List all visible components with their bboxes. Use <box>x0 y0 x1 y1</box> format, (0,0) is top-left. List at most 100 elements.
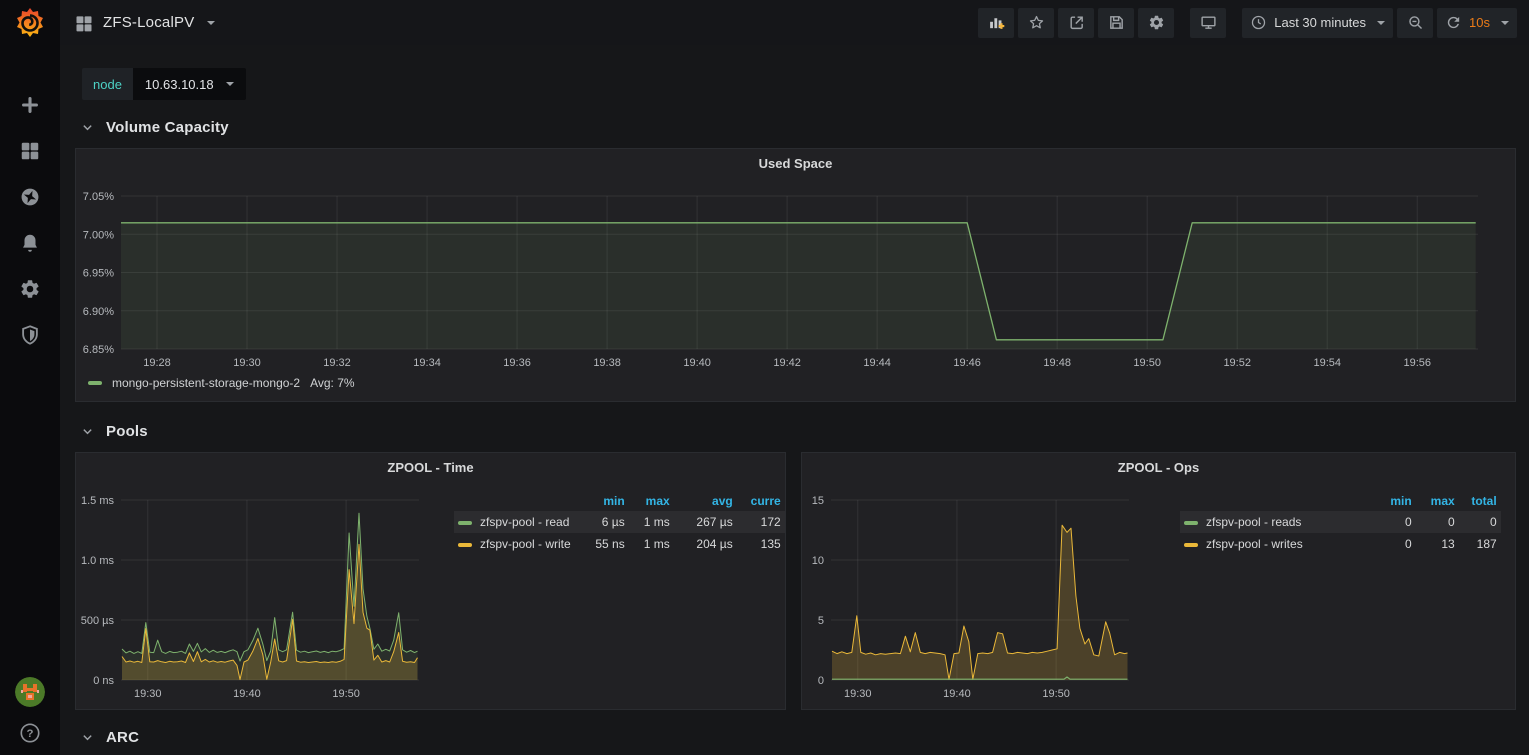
svg-text:6.90%: 6.90% <box>83 306 114 318</box>
refresh-picker[interactable]: 10s <box>1437 8 1517 38</box>
svg-text:19:40: 19:40 <box>683 357 711 369</box>
help-icon: ? <box>19 722 41 744</box>
svg-text:19:42: 19:42 <box>773 357 801 369</box>
legend-stat-value: 135 <box>737 533 785 555</box>
legend-series-row: zfspv-pool - reads000 <box>1180 511 1501 533</box>
legend-column-header[interactable]: avg <box>674 491 737 511</box>
svg-text:500 µs: 500 µs <box>81 615 115 627</box>
svg-text:19:48: 19:48 <box>1043 357 1071 369</box>
series-swatch <box>1184 521 1198 525</box>
svg-text:1.5 ms: 1.5 ms <box>81 495 115 507</box>
panel-title-zpool-ops[interactable]: ZPOOL - Ops <box>802 460 1515 475</box>
legend-column-header[interactable]: min <box>1307 491 1416 511</box>
series-swatch <box>458 521 472 525</box>
add-panel-button[interactable] <box>978 8 1014 38</box>
sidebar-dashboards-button[interactable] <box>18 139 42 163</box>
node-variable-picker[interactable]: node 10.63.10.18 <box>82 68 246 100</box>
series-swatch <box>1184 543 1198 547</box>
svg-text:19:56: 19:56 <box>1403 357 1431 369</box>
section-volume-capacity-label: Volume Capacity <box>106 119 229 136</box>
dashboard-settings-button[interactable] <box>1138 8 1174 38</box>
legend-stat-value: 0 <box>1307 511 1416 533</box>
svg-text:19:44: 19:44 <box>863 357 891 369</box>
legend-column-header[interactable]: curre <box>737 491 785 511</box>
sidebar-create-button[interactable] <box>18 93 42 117</box>
chevron-down-icon <box>1377 21 1385 25</box>
legend-stat-value: 267 µs <box>674 511 737 533</box>
sidebar-alerting-button[interactable] <box>18 231 42 255</box>
svg-text:19:50: 19:50 <box>1042 688 1070 700</box>
save-icon <box>1108 14 1125 31</box>
legend-stat-value: 187 <box>1459 533 1501 555</box>
help-button[interactable]: ? <box>18 721 42 745</box>
svg-text:5: 5 <box>818 615 824 627</box>
legend-series-row: zfspv-pool - writes013187 <box>1180 533 1501 555</box>
legend-column-header[interactable]: max <box>629 491 674 511</box>
svg-text:0: 0 <box>818 675 824 687</box>
configuration-gear-icon <box>19 278 41 300</box>
legend-column-header[interactable]: max <box>1416 491 1459 511</box>
svg-text:0 ns: 0 ns <box>93 675 114 687</box>
node-variable-label: node <box>82 68 133 100</box>
svg-text:19:40: 19:40 <box>233 688 261 700</box>
sidebar-server-admin-button[interactable] <box>18 323 42 347</box>
panel-title-used-space[interactable]: Used Space <box>76 156 1515 171</box>
node-variable-value[interactable]: 10.63.10.18 <box>133 68 246 100</box>
sidebar-explore-button[interactable] <box>18 185 42 209</box>
section-pools[interactable]: Pools <box>82 419 148 443</box>
node-variable-value-text: 10.63.10.18 <box>145 77 214 92</box>
chevron-down-icon <box>82 426 93 437</box>
zpool-ops-legend: minmaxtotalzfspv-pool - reads000zfspv-po… <box>1180 491 1501 555</box>
legend-stat-value: 1 ms <box>629 533 674 555</box>
svg-text:7.00%: 7.00% <box>83 229 114 241</box>
series-name[interactable]: zfspv-pool - reads <box>1180 511 1307 533</box>
zoom-out-button[interactable] <box>1397 8 1433 38</box>
legend-stat-value: 204 µs <box>674 533 737 555</box>
section-volume-capacity[interactable]: Volume Capacity <box>82 115 229 139</box>
zpool-time-legend: minmaxavgcurrezfspv-pool - read6 µs1 ms2… <box>454 491 785 555</box>
series-name[interactable]: zfspv-pool - writes <box>1180 533 1307 555</box>
grafana-logo[interactable] <box>12 5 48 41</box>
panel-used-space: Used Space 7.05%7.00%6.95%6.90%6.85%19:2… <box>75 148 1516 402</box>
chevron-down-icon <box>207 21 215 25</box>
svg-text:10: 10 <box>812 555 824 567</box>
svg-text:19:40: 19:40 <box>943 688 971 700</box>
svg-text:19:34: 19:34 <box>413 357 441 369</box>
legend-column-header[interactable]: total <box>1459 491 1501 511</box>
share-button[interactable] <box>1058 8 1094 38</box>
legend-stat-value: 13 <box>1416 533 1459 555</box>
panel-title-zpool-time[interactable]: ZPOOL - Time <box>76 460 785 475</box>
dashboard-title: ZFS-LocalPV <box>103 14 194 31</box>
panel-zpool-ops: ZPOOL - Ops 15105019:3019:4019:50 minmax… <box>801 452 1516 710</box>
dashboard-title-dropdown[interactable]: ZFS-LocalPV <box>74 13 215 33</box>
legend-series-row: zfspv-pool - write55 ns1 ms204 µs135 <box>454 533 785 555</box>
svg-text:19:38: 19:38 <box>593 357 621 369</box>
save-button[interactable] <box>1098 8 1134 38</box>
svg-text:19:32: 19:32 <box>323 357 351 369</box>
star-button[interactable] <box>1018 8 1054 38</box>
chevron-down-icon <box>1501 21 1509 25</box>
legend-column-header[interactable]: min <box>575 491 629 511</box>
dashboard-canvas: node 10.63.10.18 Volume Capacity Used Sp… <box>60 45 1529 755</box>
section-pools-label: Pools <box>106 423 148 440</box>
sidebar-configuration-button[interactable] <box>18 277 42 301</box>
used-space-legend: mongo-persistent-storage-mongo-2Avg: 7% <box>88 376 355 390</box>
legend-header-row: minmaxavgcurre <box>454 491 785 511</box>
time-range-picker[interactable]: Last 30 minutes <box>1242 8 1393 38</box>
cycle-view-mode-button[interactable] <box>1190 8 1226 38</box>
svg-text:19:30: 19:30 <box>844 688 872 700</box>
series-name[interactable]: mongo-persistent-storage-mongo-2 <box>112 376 300 390</box>
series-name[interactable]: zfspv-pool - write <box>454 533 575 555</box>
chevron-down-icon <box>82 122 93 133</box>
chevron-down-icon <box>82 732 93 743</box>
used-space-chart[interactable]: 7.05%7.00%6.95%6.90%6.85%19:2819:3019:32… <box>76 149 1516 402</box>
svg-text:19:54: 19:54 <box>1313 357 1341 369</box>
svg-text:1.0 ms: 1.0 ms <box>81 555 115 567</box>
user-avatar[interactable] <box>15 677 45 707</box>
svg-text:7.05%: 7.05% <box>83 191 114 203</box>
series-name[interactable]: zfspv-pool - read <box>454 511 575 533</box>
navbar: ZFS-LocalPV <box>60 0 1529 45</box>
svg-text:6.95%: 6.95% <box>83 268 114 280</box>
series-swatch <box>458 543 472 547</box>
section-arc[interactable]: ARC <box>82 725 139 749</box>
